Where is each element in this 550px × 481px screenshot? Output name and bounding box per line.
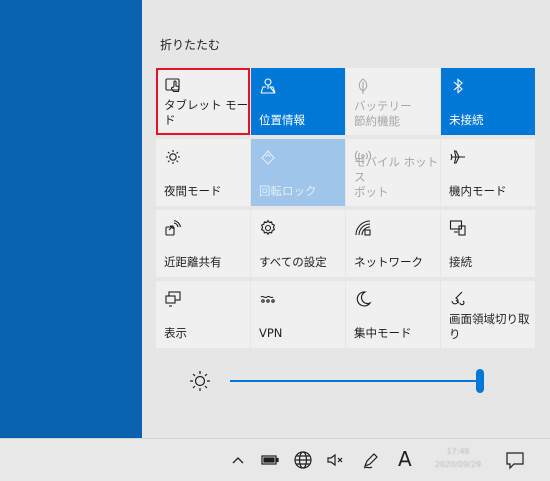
tile-network[interactable]: ネットワーク bbox=[346, 210, 440, 277]
clock-time: 17:48 bbox=[446, 447, 470, 456]
snip-icon bbox=[451, 291, 465, 306]
rotation-lock-icon bbox=[261, 150, 275, 165]
ime-mode-indicator[interactable]: A bbox=[398, 447, 412, 471]
brightness-icon bbox=[190, 371, 210, 391]
tile-airplane-mode[interactable]: 機内モード bbox=[441, 139, 535, 206]
tile-label: 画面領域切り取 り bbox=[449, 312, 530, 341]
tile-snip[interactable]: 画面領域切り取 り bbox=[441, 281, 535, 348]
tile-label: 位置情報 bbox=[259, 113, 305, 127]
battery-button[interactable] bbox=[260, 450, 280, 470]
location-icon bbox=[260, 78, 276, 94]
tile-label: タブレット モード bbox=[164, 98, 249, 127]
tile-nearby-share[interactable]: 近距離共有 bbox=[156, 210, 250, 277]
tile-label: すべての設定 bbox=[259, 255, 327, 269]
tile-label: 回転ロック bbox=[259, 184, 317, 198]
project-icon bbox=[165, 291, 181, 307]
collapse-link[interactable]: 折りたたむ bbox=[160, 36, 220, 53]
tile-rotation-lock[interactable]: 回転ロック bbox=[251, 139, 345, 206]
pen-icon bbox=[363, 453, 378, 469]
tile-label: モバイル ホットス ポット bbox=[354, 155, 439, 199]
volume-muted-icon bbox=[327, 453, 343, 467]
network-icon bbox=[355, 220, 371, 236]
vpn-icon bbox=[260, 295, 275, 303]
notification-icon[interactable] bbox=[504, 449, 526, 471]
action-center-panel: 折りたたむ タブレット モード 位置情報 バッテリー 節約機能 未接続 夜間モー… bbox=[142, 0, 550, 438]
night-light-icon bbox=[166, 150, 180, 164]
desktop-background bbox=[0, 0, 142, 438]
tile-night-light[interactable]: 夜間モード bbox=[156, 139, 250, 206]
tile-project[interactable]: 表示 bbox=[156, 281, 250, 348]
clock-date: 2020/09/29 bbox=[434, 460, 482, 469]
nearby-share-icon bbox=[165, 219, 182, 236]
tile-battery-saver[interactable]: バッテリー 節約機能 bbox=[346, 68, 440, 135]
chevron-up-icon bbox=[232, 457, 244, 464]
tile-label: 集中モード bbox=[354, 326, 412, 340]
tile-label: 近距離共有 bbox=[164, 255, 222, 269]
tile-label: ネットワーク bbox=[354, 255, 423, 269]
volume-button[interactable] bbox=[326, 450, 346, 470]
tile-bluetooth[interactable]: 未接続 bbox=[441, 68, 535, 135]
tile-location[interactable]: 位置情報 bbox=[251, 68, 345, 135]
tile-tablet-mode[interactable]: タブレット モード bbox=[156, 68, 250, 135]
tile-vpn[interactable]: VPN bbox=[251, 281, 345, 348]
tile-label: 接続 bbox=[449, 255, 472, 269]
focus-assist-icon bbox=[356, 291, 372, 307]
globe-icon bbox=[294, 451, 312, 469]
bluetooth-icon bbox=[453, 78, 463, 94]
tile-label: VPN bbox=[259, 326, 283, 340]
settings-icon bbox=[260, 219, 276, 236]
brightness-slider-thumb[interactable] bbox=[476, 369, 484, 393]
tile-label: 機内モード bbox=[449, 184, 507, 198]
battery-icon bbox=[261, 455, 279, 465]
tile-label: バッテリー 節約機能 bbox=[354, 99, 412, 128]
tile-label: 夜間モード bbox=[164, 184, 222, 198]
tile-all-settings[interactable]: すべての設定 bbox=[251, 210, 345, 277]
brightness-slider-track[interactable] bbox=[230, 380, 480, 382]
clock[interactable]: 17:48 2020/09/29 bbox=[420, 445, 496, 471]
battery-saver-icon bbox=[358, 78, 368, 94]
tile-label: 表示 bbox=[164, 326, 187, 340]
pen-button[interactable] bbox=[361, 450, 381, 470]
tile-label: 未接続 bbox=[449, 113, 484, 127]
tile-focus-assist[interactable]: 集中モード bbox=[346, 281, 440, 348]
tile-mobile-hotspot[interactable]: モバイル ホットス ポット bbox=[346, 139, 440, 206]
tablet-mode-icon bbox=[165, 78, 180, 93]
show-hidden-icons-button[interactable] bbox=[228, 450, 248, 470]
airplane-mode-icon bbox=[450, 150, 465, 164]
tile-connect[interactable]: 接続 bbox=[441, 210, 535, 277]
network-tray-button[interactable] bbox=[293, 450, 313, 470]
taskbar: A 17:48 2020/09/29 bbox=[0, 438, 550, 481]
connect-icon bbox=[449, 220, 466, 236]
